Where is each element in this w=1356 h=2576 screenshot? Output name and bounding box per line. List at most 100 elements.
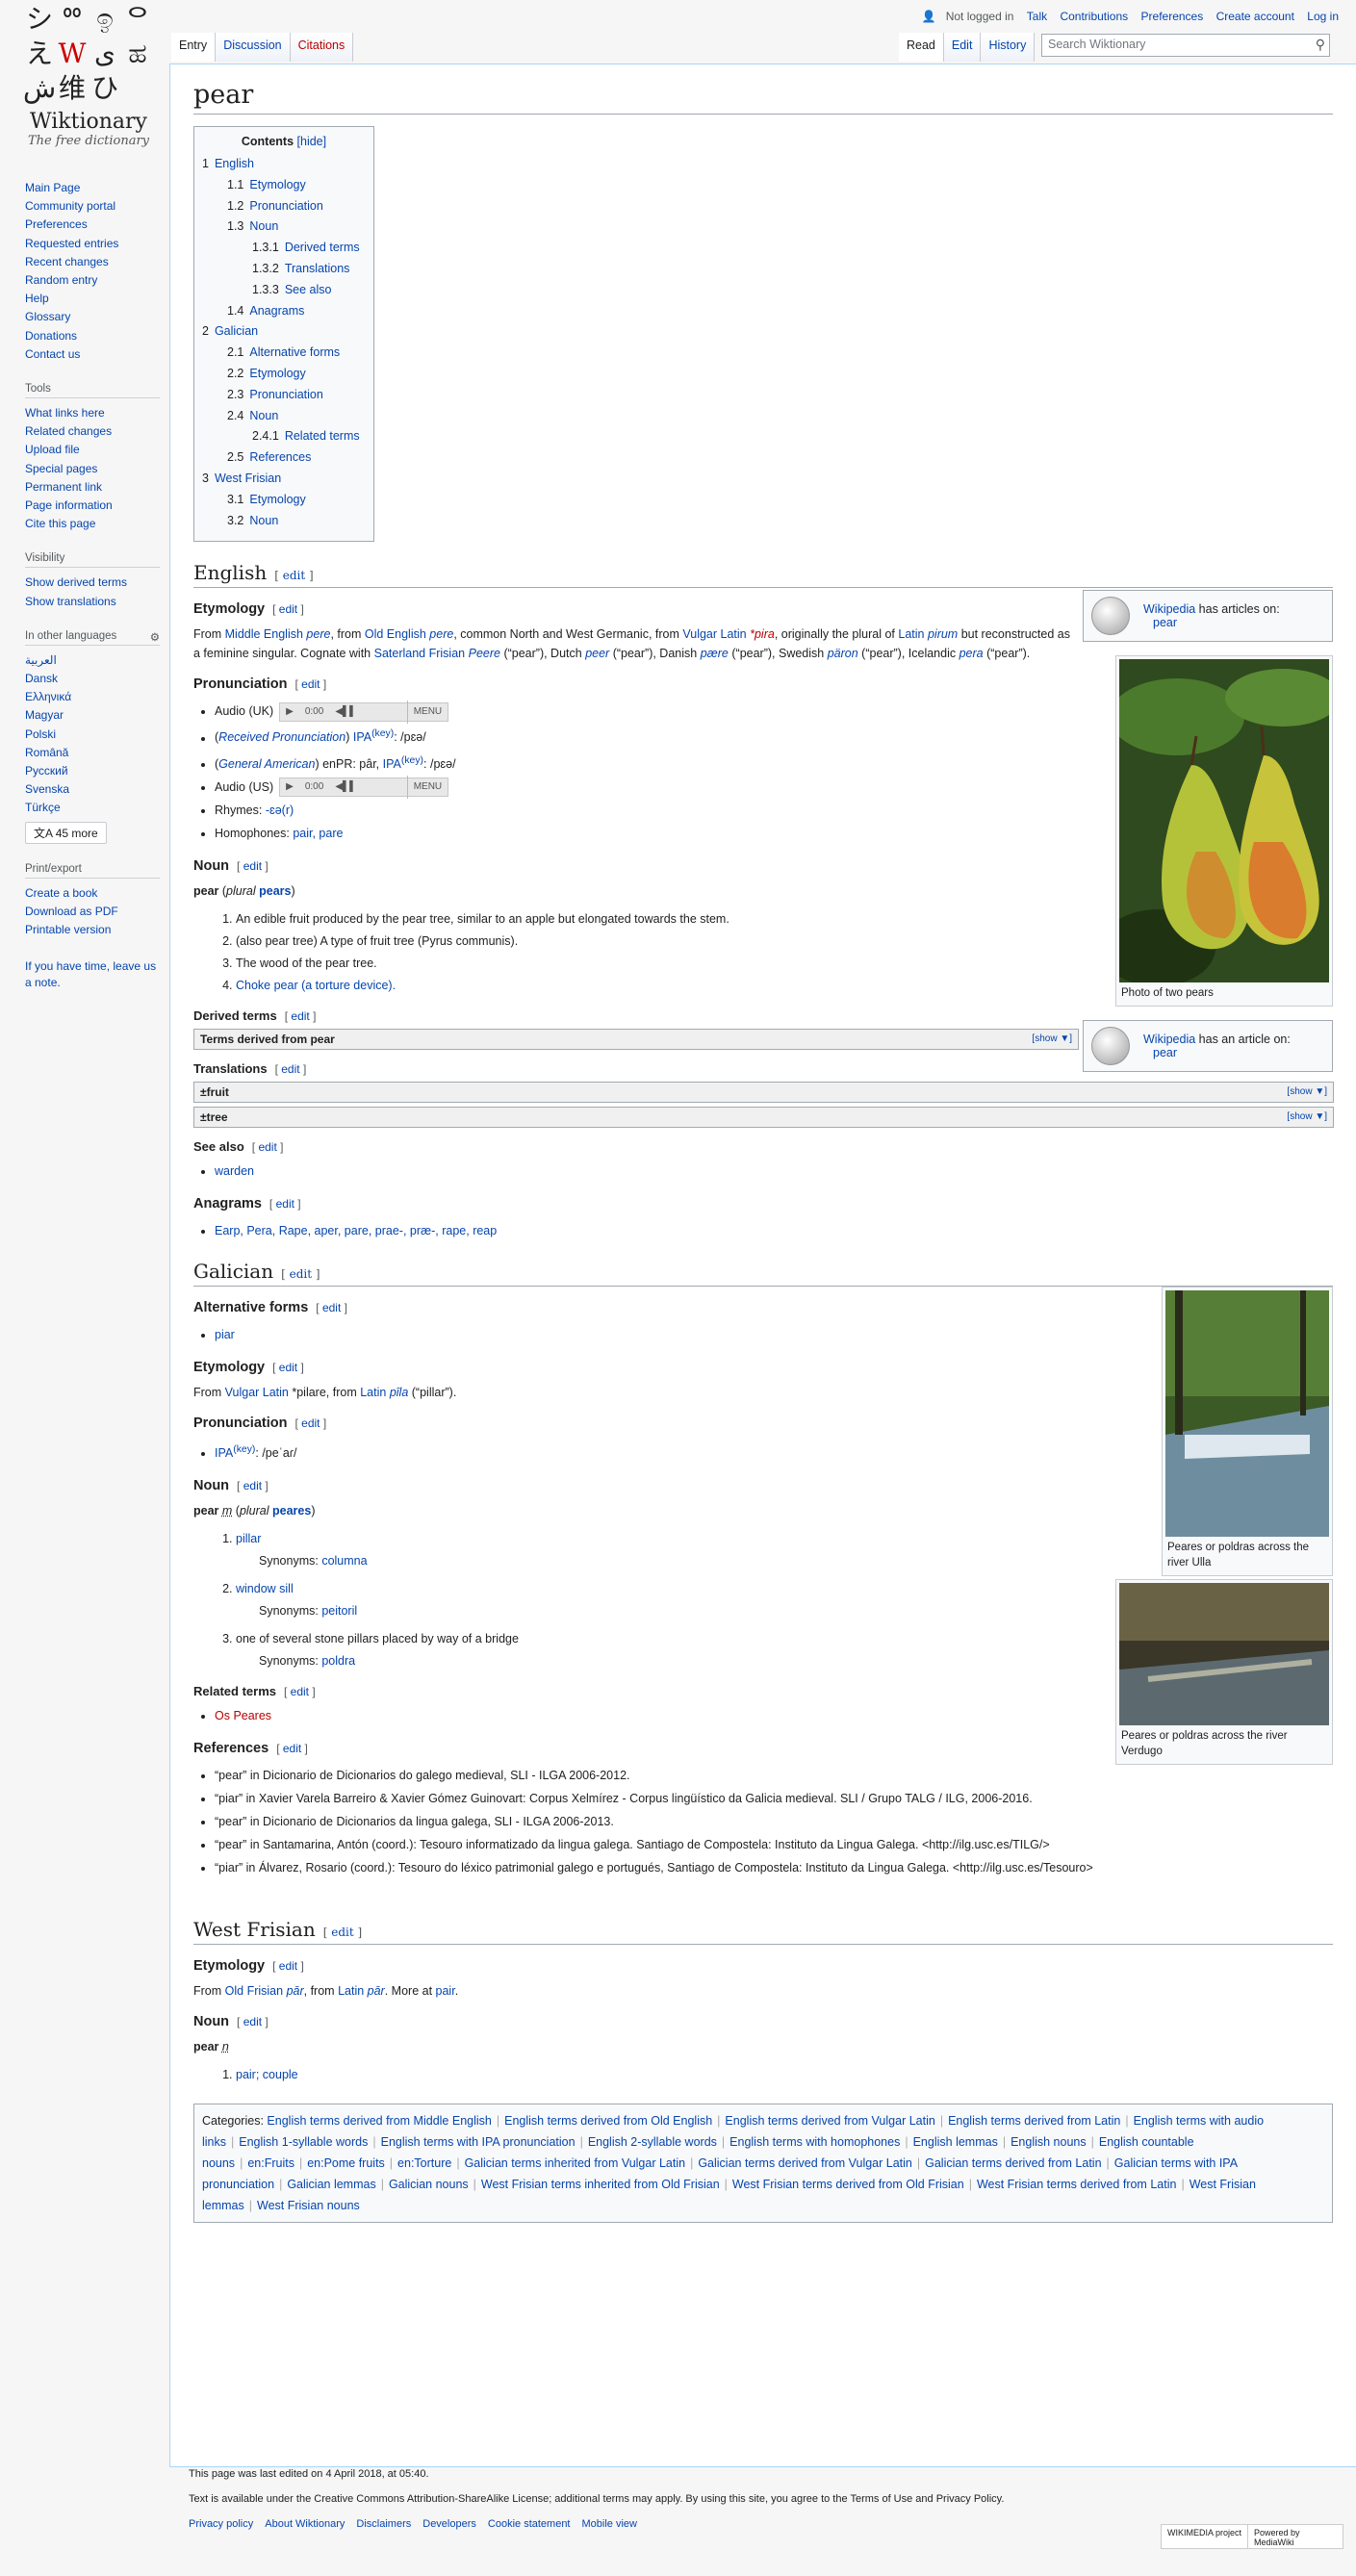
- sidebar-item-main-page[interactable]: Main Page: [25, 181, 80, 194]
- preferences-link[interactable]: Preferences: [1141, 10, 1204, 23]
- toc-item[interactable]: 2.1 Alternative forms: [202, 343, 366, 364]
- language-link-0[interactable]: العربية: [25, 653, 57, 667]
- category-link[interactable]: West Frisian terms inherited from Old Fr…: [481, 2178, 720, 2191]
- category-link[interactable]: English 2-syllable words: [588, 2135, 717, 2149]
- etymology-link[interactable]: päron: [828, 647, 858, 660]
- audio-player-uk[interactable]: ▶ 0:00 ◀▌▌ MENU: [279, 701, 449, 725]
- etymology-link[interactable]: Saterland Frisian: [374, 647, 466, 660]
- pear-photo[interactable]: [1119, 659, 1329, 983]
- contributions-link[interactable]: Contributions: [1060, 10, 1128, 23]
- etymology-link[interactable]: pera: [959, 647, 984, 660]
- tool-link-special-pages[interactable]: Special pages: [25, 462, 97, 475]
- sidebar-item-donations[interactable]: Donations: [25, 329, 77, 343]
- language-link-dansk[interactable]: Dansk: [25, 672, 58, 685]
- category-link[interactable]: West Frisian terms derived from Latin: [977, 2178, 1176, 2191]
- tool-link-page-information[interactable]: Page information: [25, 498, 113, 512]
- print-link-printable-version[interactable]: Printable version: [25, 923, 111, 936]
- edit-link[interactable]: edit: [258, 1140, 276, 1154]
- toc-hide-link[interactable]: [hide]: [297, 135, 327, 148]
- category-link[interactable]: English lemmas: [913, 2135, 998, 2149]
- tab-discussion[interactable]: Discussion: [216, 33, 291, 62]
- etymology-link[interactable]: Vulgar Latin: [682, 627, 746, 641]
- toc-item[interactable]: 1.4 Anagrams: [202, 301, 366, 322]
- etymology-link[interactable]: pære: [701, 647, 729, 660]
- category-link[interactable]: English 1-syllable words: [239, 2135, 368, 2149]
- category-link[interactable]: West Frisian terms derived from Old Fris…: [732, 2178, 964, 2191]
- toc-item[interactable]: 1 English: [202, 154, 366, 175]
- footer-link-disclaimers[interactable]: Disclaimers: [356, 2518, 411, 2530]
- alt-form-link[interactable]: piar: [215, 1328, 235, 1341]
- tool-link-upload-file[interactable]: Upload file: [25, 443, 80, 456]
- toc-item[interactable]: 3.1 Etymology: [202, 490, 366, 511]
- toc-item[interactable]: 1.3 Noun: [202, 217, 366, 238]
- toc-item[interactable]: 2.5 References: [202, 447, 366, 469]
- sidebar-item-contact-us[interactable]: Contact us: [25, 347, 80, 361]
- toc-item[interactable]: 1.1 Etymology: [202, 175, 366, 196]
- language-link-polski[interactable]: Polski: [25, 727, 56, 741]
- edit-link[interactable]: edit: [243, 859, 262, 873]
- category-link[interactable]: English terms derived from Vulgar Latin: [725, 2114, 934, 2128]
- etymology-link[interactable]: *pira: [750, 627, 775, 641]
- show-toggle[interactable]: [show ▼]: [1032, 1033, 1072, 1044]
- tool-link-permanent-link[interactable]: Permanent link: [25, 480, 102, 494]
- toc-item[interactable]: 2.4 Noun: [202, 406, 366, 427]
- show-toggle[interactable]: [show ▼]: [1287, 1111, 1327, 1122]
- audio-player-us[interactable]: ▶ 0:00 ◀▌▌ MENU: [279, 776, 449, 800]
- toc-item[interactable]: 2.4.1 Related terms: [202, 426, 366, 447]
- toc-item[interactable]: 2 Galician: [202, 321, 366, 343]
- visibility-link-show-derived-terms[interactable]: Show derived terms: [25, 575, 127, 589]
- language-link-t-rk-e[interactable]: Türkçe: [25, 801, 61, 814]
- translations-tree[interactable]: ±tree [show ▼]: [193, 1106, 1334, 1128]
- toc-item[interactable]: 2.2 Etymology: [202, 364, 366, 385]
- edit-link[interactable]: edit: [301, 1416, 320, 1430]
- sidebar-item-preferences[interactable]: Preferences: [25, 217, 88, 231]
- category-link[interactable]: Galician terms derived from Vulgar Latin: [698, 2156, 912, 2170]
- edit-link[interactable]: edit: [283, 569, 305, 582]
- translations-fruit[interactable]: ±fruit [show ▼]: [193, 1081, 1334, 1103]
- print-link-download-as-pdf[interactable]: Download as PDF: [25, 905, 118, 918]
- etymology-link[interactable]: Latin: [898, 627, 924, 641]
- category-link[interactable]: en:Pome fruits: [307, 2156, 385, 2170]
- login-link[interactable]: Log in: [1307, 10, 1339, 23]
- etymology-link[interactable]: pīla: [390, 1386, 408, 1399]
- search-icon[interactable]: ⚲: [1316, 37, 1325, 53]
- more-languages-button[interactable]: 文A 45 more: [25, 821, 107, 844]
- toc-item[interactable]: 1.3.1 Derived terms: [202, 238, 366, 259]
- sidebar-item-recent-changes[interactable]: Recent changes: [25, 255, 109, 268]
- talk-link[interactable]: Talk: [1027, 10, 1047, 23]
- category-link[interactable]: Galician nouns: [389, 2178, 469, 2191]
- edit-link[interactable]: edit: [279, 602, 297, 616]
- toc-item[interactable]: 3.2 Noun: [202, 511, 366, 532]
- edit-link[interactable]: edit: [331, 1926, 353, 1939]
- etymology-link[interactable]: Old English: [365, 627, 426, 641]
- wikimedia-badge[interactable]: WIKIMEDIA project: [1161, 2524, 1249, 2549]
- language-link-6[interactable]: Русский: [25, 764, 68, 778]
- category-link[interactable]: English terms with homophones: [729, 2135, 900, 2149]
- category-link[interactable]: English terms derived from Latin: [948, 2114, 1120, 2128]
- sidebar-item-glossary[interactable]: Glossary: [25, 310, 70, 323]
- wiktionary-logo[interactable]: シᅇඉᄋ えWیಹ ش维ひ Wiktionary The free dictio…: [8, 2, 169, 156]
- edit-link[interactable]: edit: [279, 1959, 297, 1973]
- wikipedia-article-link[interactable]: pear: [1153, 1046, 1177, 1059]
- language-link-2[interactable]: Ελληνικά: [25, 690, 71, 703]
- show-toggle[interactable]: [show ▼]: [1287, 1086, 1327, 1097]
- etymology-link[interactable]: pair: [436, 1984, 455, 1998]
- etymology-link[interactable]: pār: [287, 1984, 304, 1998]
- category-link[interactable]: English terms with IPA pronunciation: [381, 2135, 576, 2149]
- edit-link[interactable]: edit: [281, 1062, 299, 1076]
- ulla-river-photo[interactable]: [1165, 1289, 1329, 1537]
- sidebar-item-community-portal[interactable]: Community portal: [25, 199, 115, 213]
- etymology-link[interactable]: peer: [585, 647, 609, 660]
- etymology-link[interactable]: pere: [306, 627, 330, 641]
- etymology-link[interactable]: pirum: [928, 627, 958, 641]
- gear-icon[interactable]: ⚙: [150, 630, 160, 644]
- category-link[interactable]: en:Fruits: [247, 2156, 294, 2170]
- print-link-create-a-book[interactable]: Create a book: [25, 886, 97, 900]
- etymology-link[interactable]: Latin: [338, 1984, 364, 1998]
- anagrams-list[interactable]: Earp, Pera, Rape, aper, pare, prae-, præ…: [215, 1224, 497, 1237]
- related-term-link[interactable]: Os Peares: [215, 1709, 271, 1722]
- toc-item[interactable]: 3 West Frisian: [202, 469, 366, 490]
- sidebar-item-help[interactable]: Help: [25, 292, 49, 305]
- etymology-link[interactable]: Peere: [469, 647, 500, 660]
- edit-link[interactable]: edit: [276, 1197, 294, 1211]
